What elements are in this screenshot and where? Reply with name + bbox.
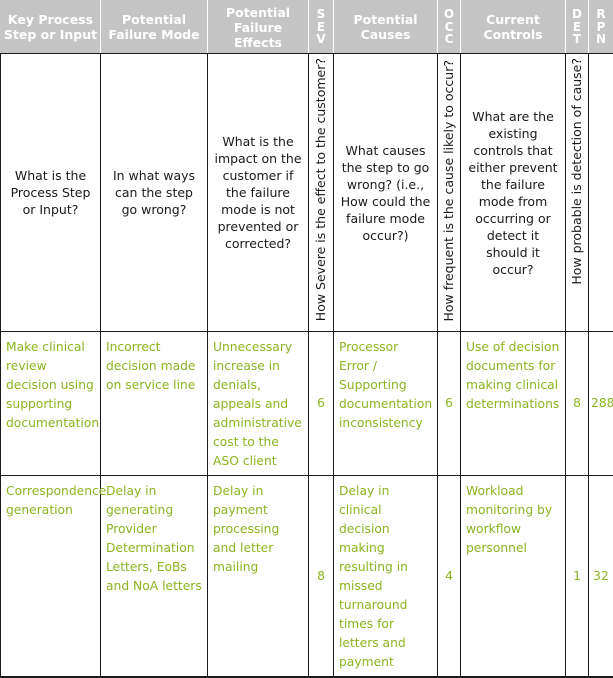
question-rpn (589, 54, 613, 332)
header-occ-line1: O (440, 8, 458, 21)
header-potential-causes: Potential Causes (334, 1, 438, 54)
question-potential-failure-mode: In what ways can the step go wrong? (101, 54, 208, 332)
header-key-process-step: Key Process Step or Input (1, 1, 101, 54)
question-det-text: How probable is detection of cause? (566, 58, 588, 285)
table-row: Make clinical review decision using supp… (1, 332, 613, 476)
fmea-table: Key Process Step or Input Potential Fail… (0, 0, 613, 678)
header-sev-line3: V (311, 33, 331, 46)
cell-current-controls: Use of decision documents for making cli… (461, 332, 566, 476)
table-header-row: Key Process Step or Input Potential Fail… (1, 1, 613, 54)
header-occ-line3: C (440, 33, 458, 46)
cell-key-process-step: Correspondence generation (1, 476, 101, 678)
cell-potential-failure-effects: Delay in payment processing and letter m… (208, 476, 309, 678)
question-occ-text: How frequent is the cause likely to occu… (438, 60, 460, 322)
cell-potential-failure-mode: Incorrect decision made on service line (101, 332, 208, 476)
header-rpn-line3: N (591, 33, 611, 46)
cell-occ: 6 (438, 332, 461, 476)
question-potential-causes: What causes the step to go wrong? (i.e.,… (334, 54, 438, 332)
header-current-controls: Current Controls (461, 1, 566, 54)
cell-rpn: 32 (589, 476, 613, 678)
cell-key-process-step: Make clinical review decision using supp… (1, 332, 101, 476)
cell-potential-failure-effects: Unnecessary increase in denials, appeals… (208, 332, 309, 476)
question-occ: How frequent is the cause likely to occu… (438, 54, 461, 332)
cell-rpn: 288 (589, 332, 613, 476)
header-sev-line1: S (311, 8, 331, 21)
question-det: How probable is detection of cause? (566, 54, 589, 332)
header-rpn: R P N (589, 1, 613, 54)
header-det: D E T (566, 1, 589, 54)
cell-sev: 8 (309, 476, 334, 678)
header-det-line1: D (568, 8, 586, 21)
question-sev-text: How Severe is the effect to the customer… (310, 58, 332, 321)
header-rpn-line1: R (591, 8, 611, 21)
cell-potential-failure-mode: Delay in generating Provider Determinati… (101, 476, 208, 678)
question-key-process-step: What is the Process Step or Input? (1, 54, 101, 332)
cell-potential-causes: Processor Error / Supporting documentati… (334, 332, 438, 476)
cell-sev: 6 (309, 332, 334, 476)
table-row: Correspondence generation Delay in gener… (1, 476, 613, 678)
cell-det: 1 (566, 476, 589, 678)
table-question-row: What is the Process Step or Input? In wh… (1, 54, 613, 332)
question-sev: How Severe is the effect to the customer… (309, 54, 334, 332)
question-current-controls: What are the existing controls that eith… (461, 54, 566, 332)
header-det-line3: T (568, 33, 586, 46)
cell-det: 8 (566, 332, 589, 476)
header-sev: S E V (309, 1, 334, 54)
header-potential-failure-mode: Potential Failure Mode (101, 1, 208, 54)
cell-current-controls: Workload monitoring by workflow personne… (461, 476, 566, 678)
question-potential-failure-effects: What is the impact on the customer if th… (208, 54, 309, 332)
cell-potential-causes: Delay in clinical decision making result… (334, 476, 438, 678)
header-potential-failure-effects: Potential Failure Effects (208, 1, 309, 54)
cell-occ: 4 (438, 476, 461, 678)
header-occ: O C C (438, 1, 461, 54)
